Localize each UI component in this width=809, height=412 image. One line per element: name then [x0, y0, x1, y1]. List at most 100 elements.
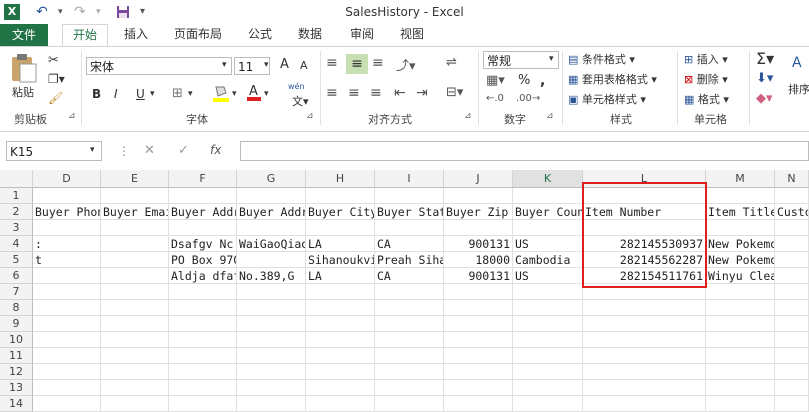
cell-f14[interactable]	[169, 396, 237, 412]
row-header-3[interactable]: 3	[0, 220, 33, 236]
cell-e6[interactable]	[101, 268, 169, 284]
border-icon[interactable]: ⊞	[172, 86, 183, 101]
align-bottom-icon[interactable]: ≡	[372, 55, 384, 71]
cell-n7[interactable]	[775, 284, 809, 300]
cell-n8[interactable]	[775, 300, 809, 316]
align-middle-icon[interactable]: ≡	[346, 54, 368, 74]
cell-i2[interactable]: Buyer State	[375, 204, 444, 220]
align-launcher-icon[interactable]: ⊿	[464, 111, 472, 121]
cell-j13[interactable]	[444, 380, 513, 396]
column-header-i[interactable]: I	[375, 170, 444, 188]
column-header-n[interactable]: N	[775, 170, 809, 188]
cell-e14[interactable]	[101, 396, 169, 412]
cell-j2[interactable]: Buyer Zip	[444, 204, 513, 220]
cell-l12[interactable]	[583, 364, 706, 380]
cell-n14[interactable]	[775, 396, 809, 412]
cell-i3[interactable]	[375, 220, 444, 236]
cell-n11[interactable]	[775, 348, 809, 364]
name-box[interactable]: K15	[6, 141, 102, 161]
insert-cells-button[interactable]: ⊞ 插入 ▾	[684, 51, 728, 67]
tab-0[interactable]: 文件	[0, 24, 48, 46]
cell-k4[interactable]: US	[513, 236, 583, 252]
row-header-4[interactable]: 4	[0, 236, 33, 252]
format-painter-icon[interactable]: 🖌	[48, 91, 63, 105]
cell-k3[interactable]	[513, 220, 583, 236]
font-color-icon[interactable]: A	[246, 83, 262, 104]
row-header-9[interactable]: 9	[0, 316, 33, 332]
font-launcher-icon[interactable]: ⊿	[306, 111, 314, 121]
cell-l4[interactable]: 282145530937	[583, 236, 706, 252]
cell-j14[interactable]	[444, 396, 513, 412]
cell-h8[interactable]	[306, 300, 375, 316]
cell-h5[interactable]: Sihanoukville	[306, 252, 375, 268]
cell-d13[interactable]	[33, 380, 101, 396]
cell-d14[interactable]	[33, 396, 101, 412]
cell-k10[interactable]	[513, 332, 583, 348]
cell-f4[interactable]: Dsafgv Nc	[169, 236, 237, 252]
tab-6[interactable]: 审阅	[346, 24, 378, 46]
cell-m7[interactable]	[706, 284, 775, 300]
delete-cells-button[interactable]: ⊠ 删除 ▾	[684, 71, 728, 87]
cell-f8[interactable]	[169, 300, 237, 316]
row-header-2[interactable]: 2	[0, 204, 33, 220]
row-header-13[interactable]: 13	[0, 380, 33, 396]
cell-e8[interactable]	[101, 300, 169, 316]
cell-e7[interactable]	[101, 284, 169, 300]
format-cells-button[interactable]: ▦ 格式 ▾	[684, 91, 729, 107]
cell-g5[interactable]	[237, 252, 306, 268]
autosum-icon[interactable]: Σ▾	[756, 49, 774, 68]
increase-decimal-icon[interactable]: ←.0	[486, 93, 504, 104]
column-header-d[interactable]: D	[33, 170, 101, 188]
cell-i8[interactable]	[375, 300, 444, 316]
tab-5[interactable]: 数据	[294, 24, 326, 46]
cell-k6[interactable]: US	[513, 268, 583, 284]
cell-k1[interactable]	[513, 188, 583, 204]
cell-f5[interactable]: PO Box 9704	[169, 252, 237, 268]
cell-e11[interactable]	[101, 348, 169, 364]
select-all-corner[interactable]	[0, 170, 33, 188]
cell-h14[interactable]	[306, 396, 375, 412]
cell-h4[interactable]: LA	[306, 236, 375, 252]
cell-k7[interactable]	[513, 284, 583, 300]
phonetic-char-icon[interactable]: 文▾	[292, 93, 309, 109]
cell-n12[interactable]	[775, 364, 809, 380]
cell-h9[interactable]	[306, 316, 375, 332]
cell-l3[interactable]	[583, 220, 706, 236]
cell-k12[interactable]	[513, 364, 583, 380]
cell-n5[interactable]	[775, 252, 809, 268]
cell-g11[interactable]	[237, 348, 306, 364]
cell-f6[interactable]: Aldja dfaf	[169, 268, 237, 284]
cell-h1[interactable]	[306, 188, 375, 204]
tab-7[interactable]: 视图	[396, 24, 428, 46]
font-name-box[interactable]: 宋体	[86, 57, 232, 75]
cell-e12[interactable]	[101, 364, 169, 380]
fill-color-icon[interactable]	[212, 84, 230, 105]
cell-e1[interactable]	[101, 188, 169, 204]
number-format-box[interactable]: 常规	[483, 51, 559, 69]
cell-f13[interactable]	[169, 380, 237, 396]
cell-i12[interactable]	[375, 364, 444, 380]
cell-d9[interactable]	[33, 316, 101, 332]
cell-h2[interactable]: Buyer City	[306, 204, 375, 220]
row-header-8[interactable]: 8	[0, 300, 33, 316]
cell-g9[interactable]	[237, 316, 306, 332]
cell-m13[interactable]	[706, 380, 775, 396]
cell-e4[interactable]	[101, 236, 169, 252]
cell-i13[interactable]	[375, 380, 444, 396]
table-format-button[interactable]: ▦ 套用表格格式 ▾	[568, 71, 657, 87]
cell-f10[interactable]	[169, 332, 237, 348]
cell-i10[interactable]	[375, 332, 444, 348]
cell-n9[interactable]	[775, 316, 809, 332]
cell-n6[interactable]	[775, 268, 809, 284]
cancel-icon[interactable]: ✕	[144, 143, 155, 158]
cell-i9[interactable]	[375, 316, 444, 332]
grow-font-icon[interactable]: A	[280, 57, 289, 72]
underline-button[interactable]: U	[136, 87, 145, 101]
tab-3[interactable]: 页面布局	[172, 24, 224, 46]
cell-k11[interactable]	[513, 348, 583, 364]
cell-f9[interactable]	[169, 316, 237, 332]
cell-i6[interactable]: CA	[375, 268, 444, 284]
cell-j12[interactable]	[444, 364, 513, 380]
cell-m12[interactable]	[706, 364, 775, 380]
cell-l1[interactable]	[583, 188, 706, 204]
